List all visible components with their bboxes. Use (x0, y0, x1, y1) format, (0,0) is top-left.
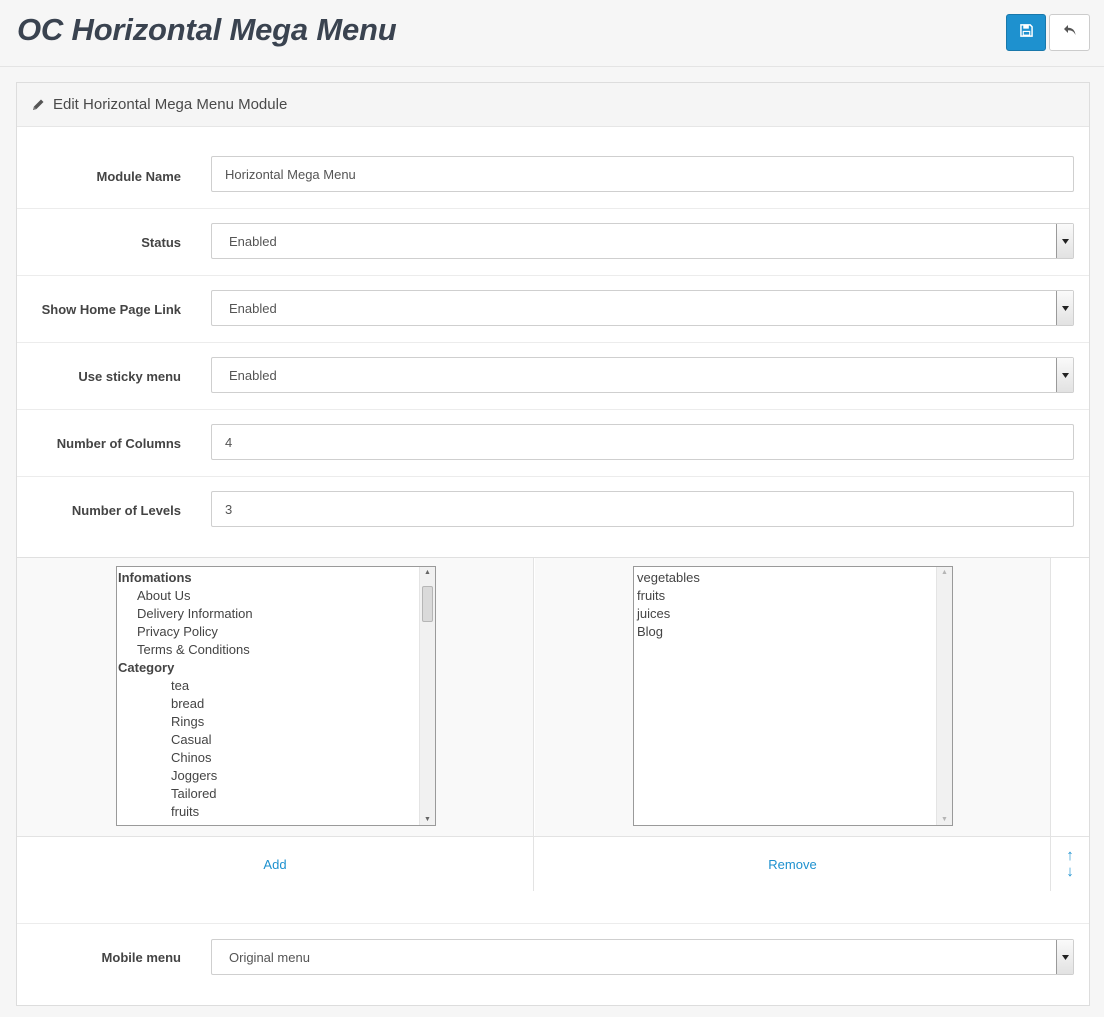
levels-row: Number of Levels 3 (17, 477, 1089, 557)
columns-row: Number of Columns 4 (17, 410, 1089, 477)
panel-heading-text: Edit Horizontal Mega Menu Module (53, 96, 288, 113)
move-up-icon[interactable]: ↑ (1066, 848, 1074, 864)
page-title: OC Horizontal Mega Menu (17, 12, 397, 47)
list-item[interactable]: Tailored (117, 785, 418, 803)
list-item[interactable]: Chinos (117, 749, 418, 767)
module-name-row: Module Name Horizontal Mega Menu (17, 128, 1089, 209)
available-items-list: Infomations About Us Delivery Information P… (117, 567, 435, 821)
mobile-menu-row: Mobile menu Original menu (17, 923, 1089, 1005)
columns-input[interactable]: 4 (211, 424, 1074, 460)
chevron-down-icon (1056, 940, 1073, 974)
mobile-menu-label: Mobile menu (101, 950, 181, 965)
sticky-select[interactable]: Enabled (211, 357, 1074, 393)
selected-items-column: vegetables fruits juices Blog ▲ ▼ (535, 558, 1051, 836)
show-home-row: Show Home Page Link Enabled (17, 276, 1089, 343)
back-button[interactable] (1049, 14, 1090, 51)
chevron-down-icon (1056, 291, 1073, 325)
list-item[interactable]: tea (117, 677, 418, 695)
available-items-listbox[interactable]: Infomations About Us Delivery Information P… (116, 566, 436, 826)
status-select[interactable]: Enabled (211, 223, 1074, 259)
reply-icon (1063, 24, 1077, 42)
reorder-controls: ↑ ↓ (1051, 837, 1089, 891)
levels-value: 3 (225, 501, 233, 517)
list-item[interactable]: fruits (117, 803, 418, 821)
available-items-column: Infomations About Us Delivery Information P… (17, 558, 534, 836)
status-value: Enabled (229, 233, 277, 249)
show-home-label: Show Home Page Link (41, 302, 181, 317)
levels-input[interactable]: 3 (211, 491, 1074, 527)
save-button[interactable] (1006, 14, 1046, 51)
scrollbar[interactable]: ▲ ▼ (936, 567, 952, 825)
list-item[interactable]: Privacy Policy (117, 623, 418, 641)
scrollbar[interactable]: ▲ ▼ (419, 567, 435, 825)
remove-button[interactable]: Remove (535, 837, 1051, 891)
list-item[interactable]: Casual (117, 731, 418, 749)
list-item[interactable]: fruits (634, 587, 935, 605)
list-item[interactable]: vegetables (634, 569, 935, 587)
list-item[interactable]: Blog (634, 623, 935, 641)
scrollbar-thumb[interactable] (422, 586, 433, 622)
optgroup-label: Category (118, 660, 175, 675)
mobile-menu-value: Original menu (229, 949, 310, 965)
scroll-up-icon[interactable]: ▲ (941, 569, 948, 576)
module-name-label: Module Name (96, 169, 181, 184)
list-item[interactable]: Terms & Conditions (117, 641, 418, 659)
panel-heading: Edit Horizontal Mega Menu Module (17, 83, 1089, 127)
edit-module-panel: Edit Horizontal Mega Menu Module Module … (16, 82, 1090, 1006)
list-item[interactable]: About Us (117, 587, 418, 605)
chevron-down-icon (1056, 224, 1073, 258)
columns-label: Number of Columns (56, 436, 181, 451)
list-item[interactable]: Rings (117, 713, 418, 731)
module-name-value: Horizontal Mega Menu (225, 166, 356, 182)
list-item[interactable]: Delivery Information (117, 605, 418, 623)
levels-label: Number of Levels (71, 503, 181, 518)
show-home-select[interactable]: Enabled (211, 290, 1074, 326)
list-item[interactable]: bread (117, 695, 418, 713)
columns-value: 4 (225, 434, 233, 450)
show-home-value: Enabled (229, 300, 277, 316)
scroll-down-icon[interactable]: ▼ (941, 816, 948, 823)
status-row: Status Enabled (17, 209, 1089, 276)
scroll-up-icon[interactable]: ▲ (424, 569, 431, 576)
status-label: Status (141, 235, 181, 250)
list-actions: Add Remove ↑ ↓ (17, 836, 1089, 891)
optgroup-label: Infomations (118, 570, 192, 585)
add-button[interactable]: Add (17, 837, 534, 891)
chevron-down-icon (1056, 358, 1073, 392)
sticky-label: Use sticky menu (78, 369, 181, 384)
selected-items-list: vegetables fruits juices Blog (634, 567, 952, 641)
move-down-icon[interactable]: ↓ (1066, 864, 1074, 880)
list-item[interactable]: juices (634, 605, 935, 623)
menu-items-editor: Infomations About Us Delivery Information P… (17, 557, 1089, 891)
pencil-icon (32, 98, 45, 111)
save-icon (1019, 23, 1033, 42)
selected-items-listbox[interactable]: vegetables fruits juices Blog ▲ ▼ (633, 566, 953, 826)
list-item[interactable]: Joggers (117, 767, 418, 785)
sticky-row: Use sticky menu Enabled (17, 343, 1089, 410)
sticky-value: Enabled (229, 367, 277, 383)
page-header: OC Horizontal Mega Menu (0, 0, 1104, 67)
module-name-input[interactable]: Horizontal Mega Menu (211, 156, 1074, 192)
mobile-menu-select[interactable]: Original menu (211, 939, 1074, 975)
scroll-down-icon[interactable]: ▼ (424, 816, 431, 823)
